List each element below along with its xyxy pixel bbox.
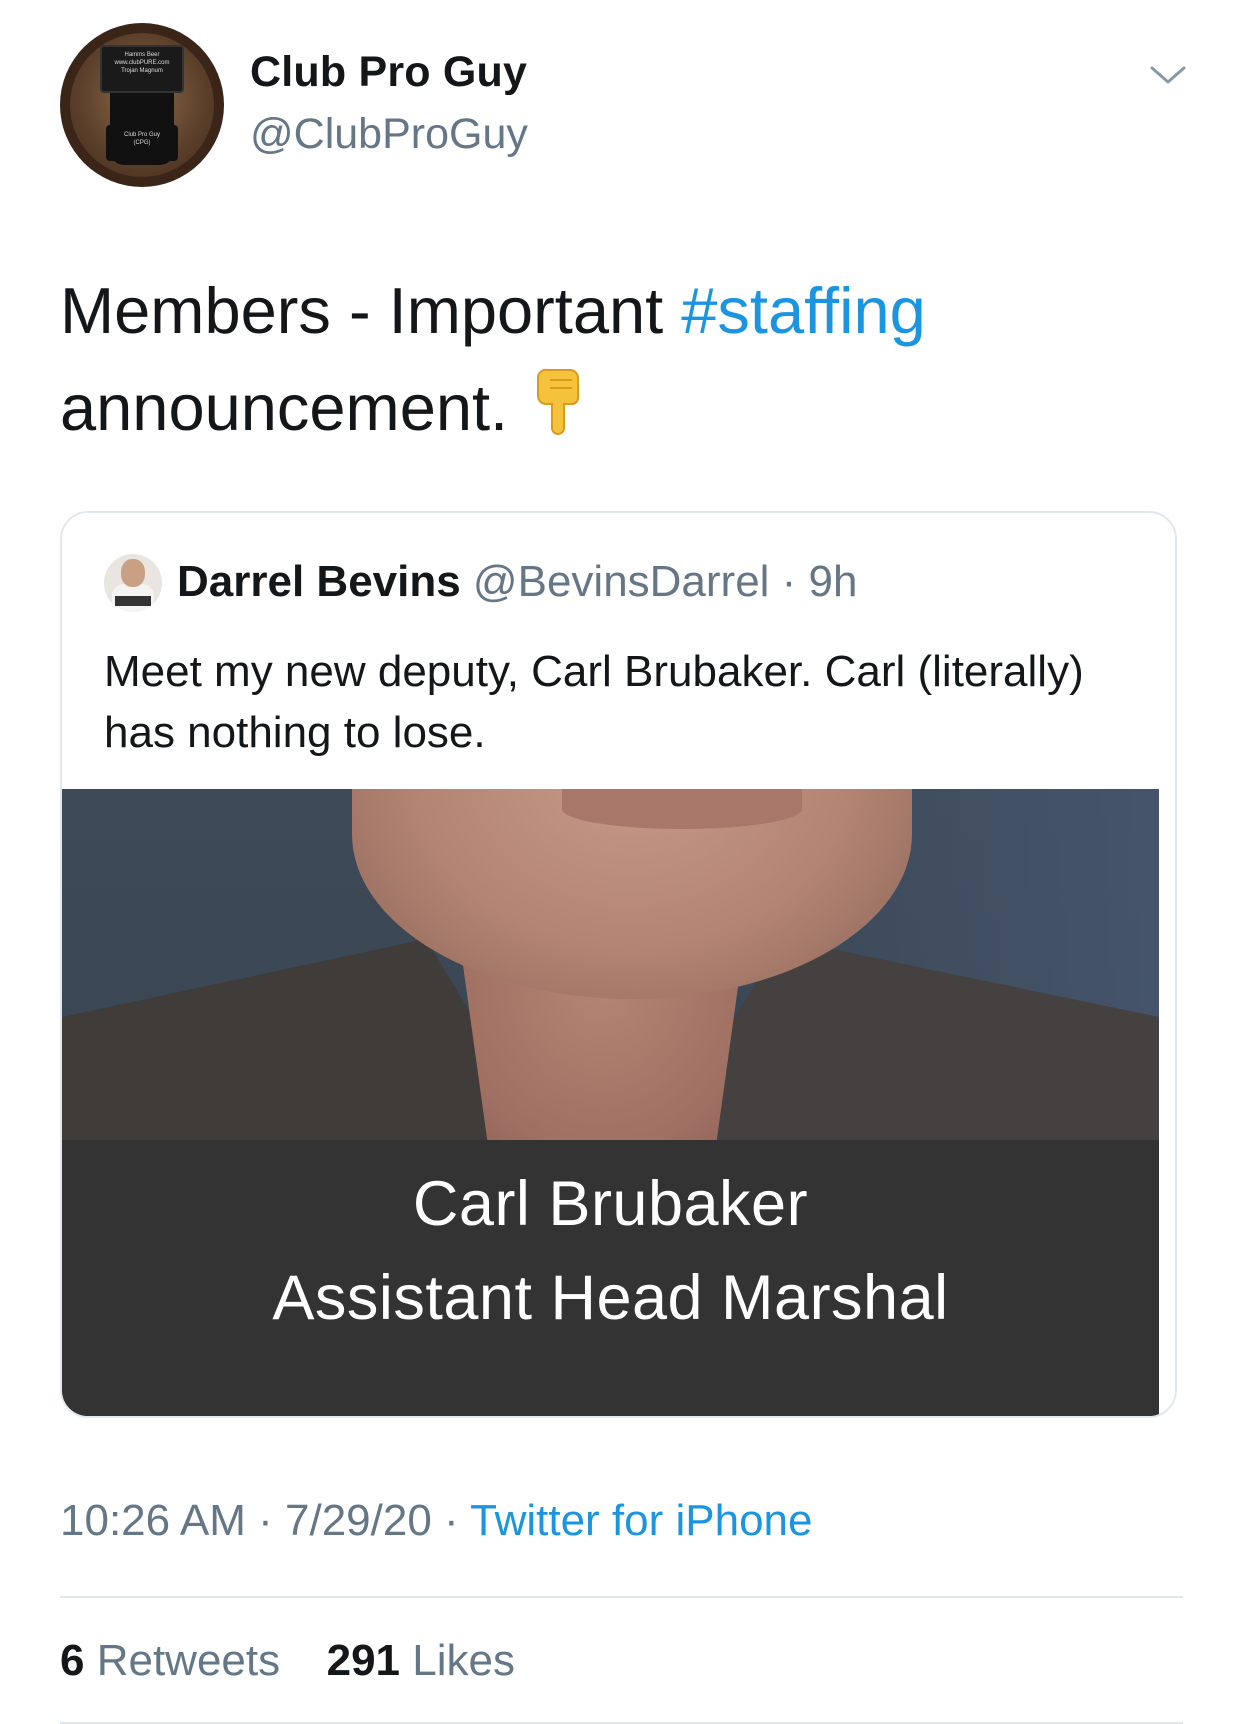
quoted-image[interactable]: Carl Brubaker Assistant Head Marshal [62,789,1159,1416]
avatar-line: Trojan Magnum [121,68,163,74]
avatar-line: Club Pro Guy [123,132,160,138]
quoted-header: Darrel Bevins @BevinsDarrel · 9h [177,557,858,607]
chevron-down-icon[interactable] [1148,60,1188,90]
pointing-down-icon [536,365,582,462]
avatar-line: Hamms Beer [124,52,160,58]
author-avatar[interactable]: Hamms Beer www.clubPURE.com Trojan Magnu… [60,23,224,187]
hashtag-link[interactable]: #staffing [681,274,926,347]
tweet-timestamp: 10:26 AM · 7/29/20 · [60,1496,471,1545]
avatar-line: www.clubPURE.com [114,60,170,66]
quoted-author-avatar[interactable] [104,554,162,612]
quoted-text: Meet my new deputy, Carl Brubaker. Carl … [104,647,1084,757]
caption-name: Carl Brubaker [412,1169,809,1239]
retweets-label: Retweets [84,1636,281,1685]
avatar-image: Hamms Beer www.clubPURE.com Trojan Magnu… [70,33,214,177]
avatar-face [121,559,145,587]
tweet-text-end: announcement. [60,371,509,444]
author-display-name[interactable]: Club Pro Guy [250,48,527,97]
image-lip [562,789,802,829]
avatar-line: (CPG) [133,140,151,146]
quoted-handle-time: @BevinsDarrel · 9h [460,557,858,606]
image-caption-box: Carl Brubaker Assistant Head Marshal [62,1140,1159,1416]
likes-label: Likes [400,1636,515,1685]
tweet-stats: 6 Retweets 291 Likes [60,1636,515,1686]
divider [60,1596,1183,1598]
tweet-detail-screen: Hamms Beer www.clubPURE.com Trojan Magnu… [0,0,1242,1724]
author-handle[interactable]: @ClubProGuy [250,110,528,159]
retweets-stat[interactable]: 6 Retweets [60,1636,280,1685]
tweet-source-link[interactable]: Twitter for iPhone [470,1496,812,1545]
avatar-tag-bottom: Club Pro Guy (CPG) [106,125,178,161]
tweet-text: Members - Important #staffing announceme… [60,262,1180,462]
retweets-count: 6 [60,1636,85,1685]
caption-title: Assistant Head Marshal [272,1263,949,1333]
tweet-text-start: Members - Important [60,274,682,347]
tweet-meta: 10:26 AM · 7/29/20 · Twitter for iPhone [60,1496,813,1546]
likes-stat[interactable]: 291 Likes [327,1636,515,1685]
avatar-tag-top: Hamms Beer www.clubPURE.com Trojan Magnu… [100,45,184,93]
likes-count: 291 [326,1636,401,1685]
avatar-plate [115,596,151,606]
quoted-display-name[interactable]: Darrel Bevins [177,557,461,606]
quoted-tweet-card[interactable]: Darrel Bevins @BevinsDarrel · 9h Meet my… [60,511,1177,1418]
